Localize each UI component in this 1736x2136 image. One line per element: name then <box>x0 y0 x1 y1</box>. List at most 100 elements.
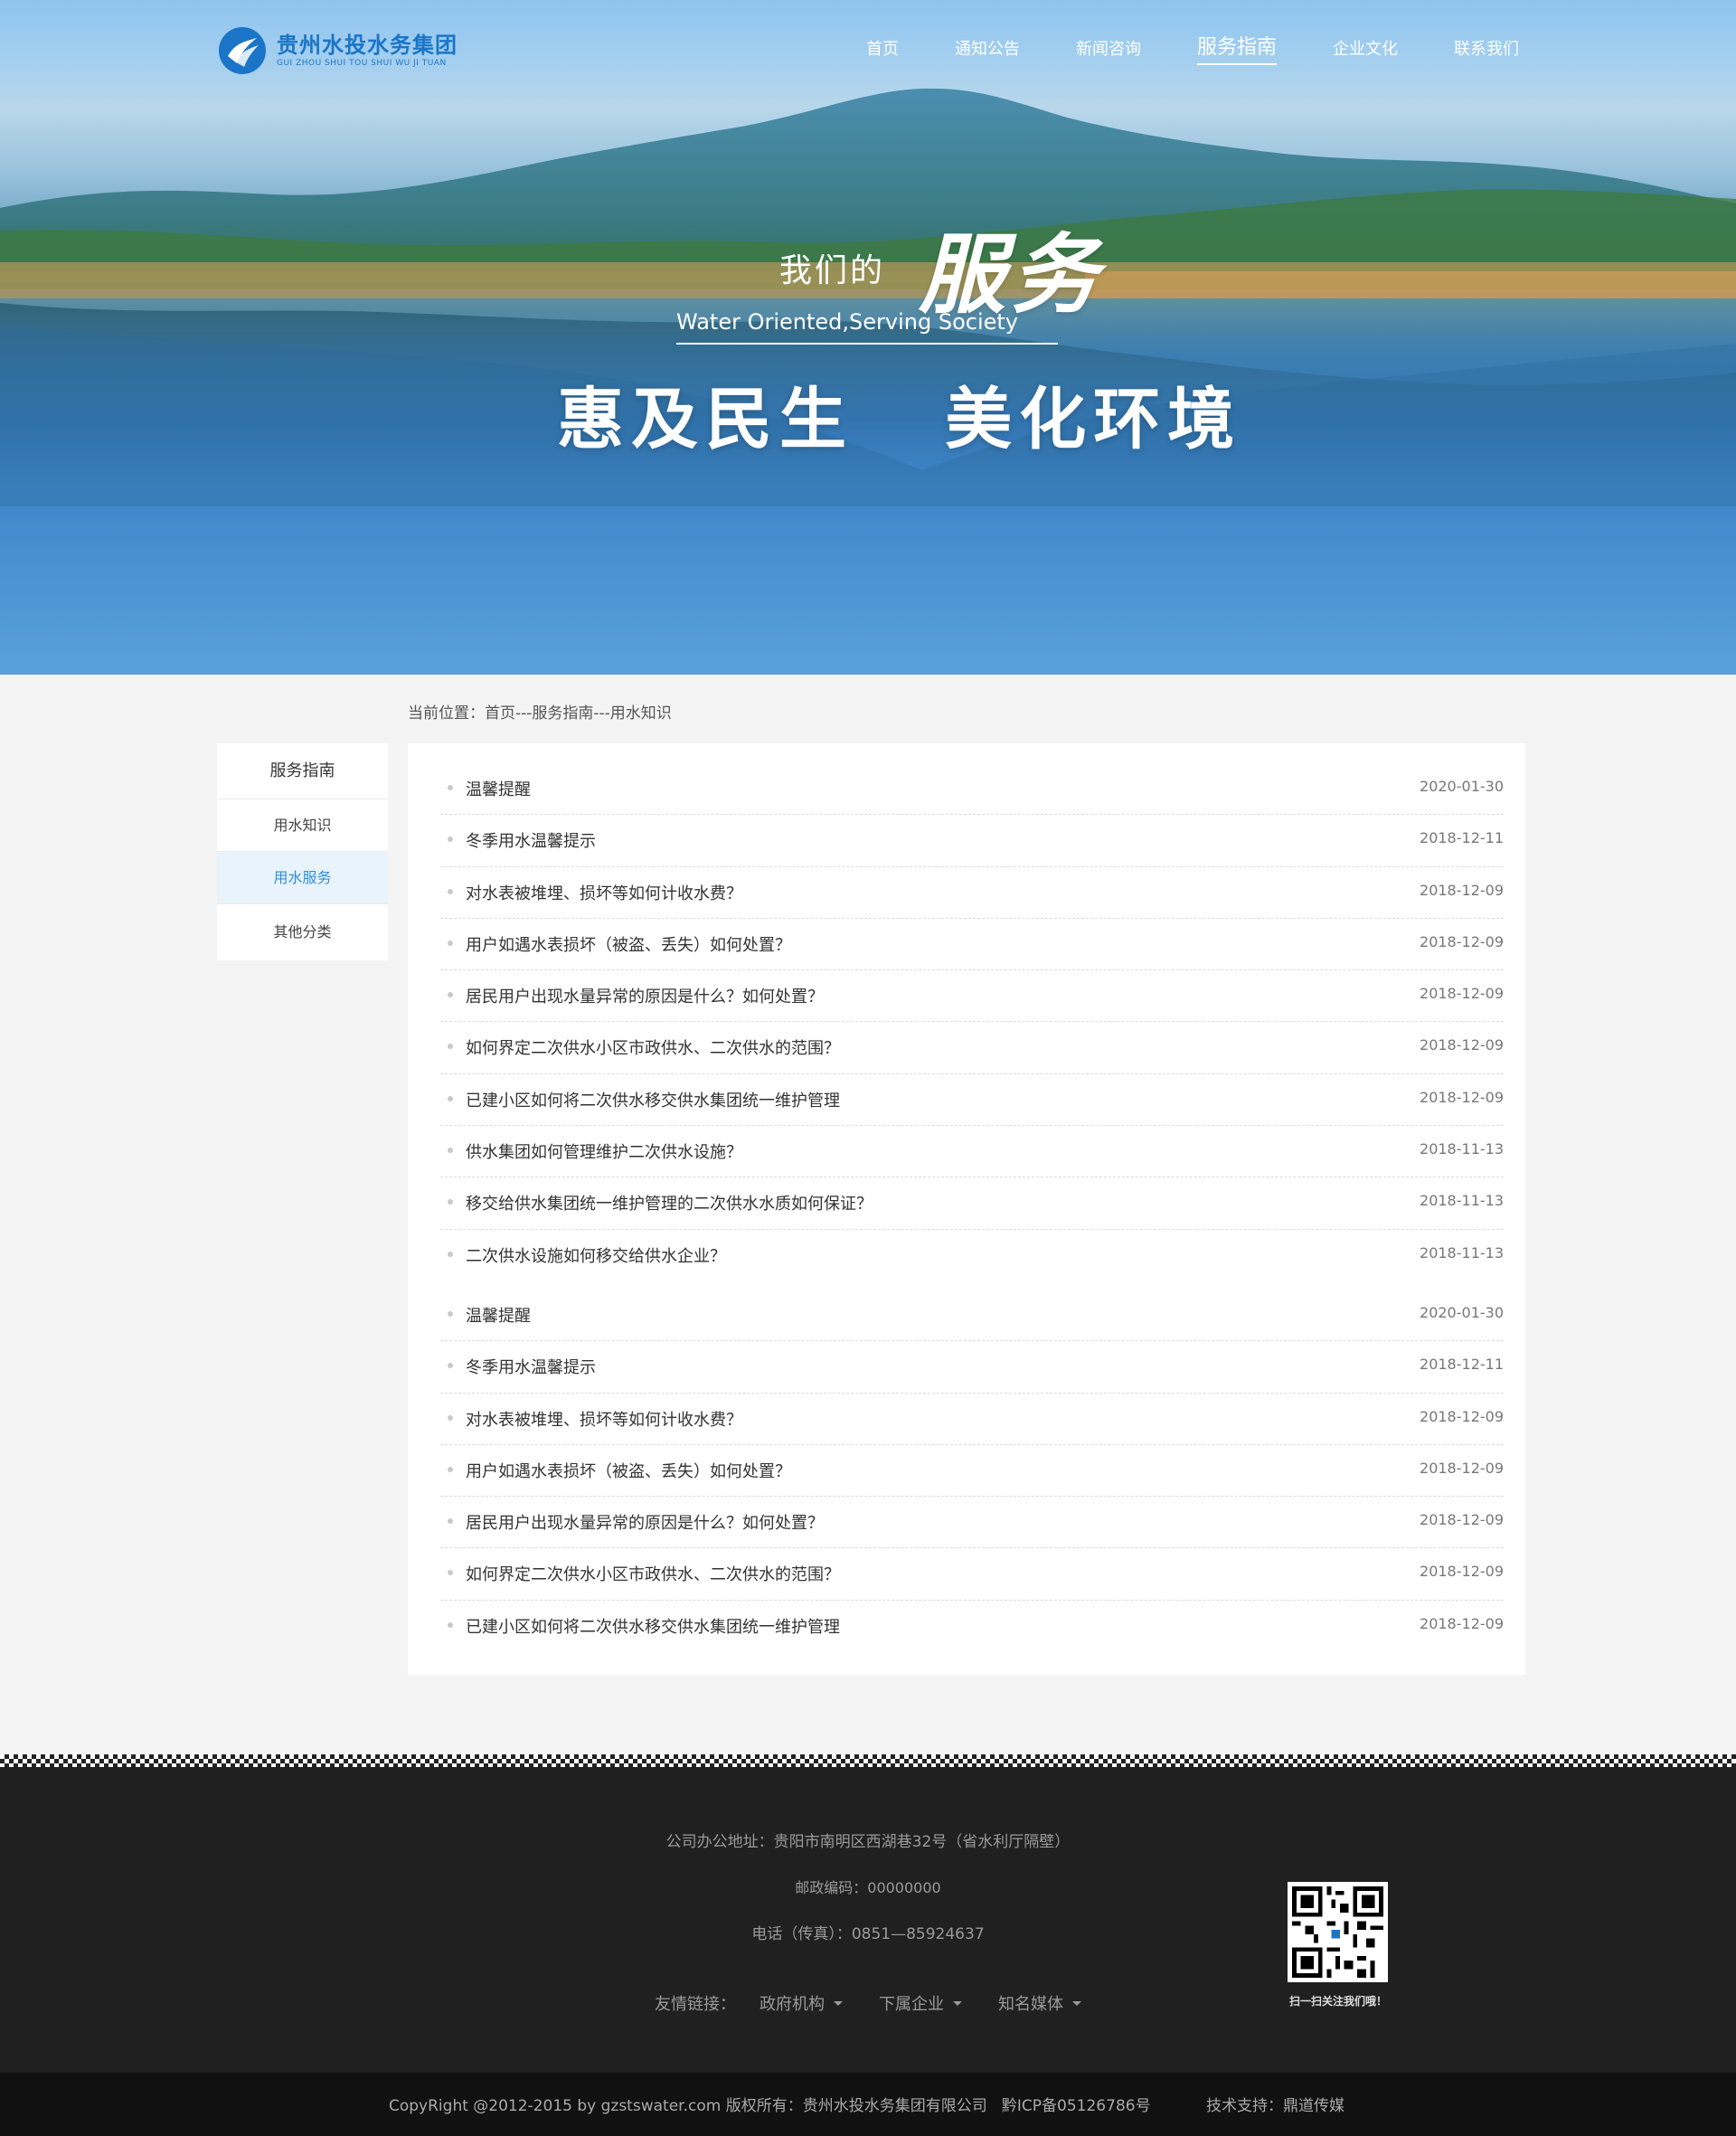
list-item[interactable]: 温馨提醒 2020-01-30 <box>440 1290 1504 1342</box>
bullet-icon <box>448 1414 453 1421</box>
list-item-title[interactable]: 二次供水设施如何移交给供水企业？ <box>466 1243 726 1267</box>
slogan-english: Water Oriented,Serving Society <box>676 309 1018 335</box>
list-item-title[interactable]: 已建小区如何将二次供水移交供水集团统一维护管理 <box>466 1614 840 1638</box>
bullet-icon <box>448 1148 453 1154</box>
list-item-date: 2018-12-09 <box>1420 1407 1504 1425</box>
copyright-bar: CopyRight @2012-2015 by gzstswater.com 版… <box>0 2073 1736 2136</box>
article-list-panel: 温馨提醒 2020-01-30 冬季用水温馨提示 2018-12-11 对水表被堆埋、损… <box>408 743 1525 1675</box>
link-government-label: 政府机构 <box>760 1995 825 2014</box>
bullet-icon <box>448 1518 453 1525</box>
list-item-date: 2018-12-09 <box>1420 985 1504 1003</box>
slogan-ours: 我们的 <box>779 252 886 289</box>
footer-checker-border <box>0 1754 1736 1767</box>
footer-address: 公司办公地址：贵阳市南明区西湖巷32号（省水利厅隔壁） <box>665 1833 1071 1851</box>
list-item-date: 2018-12-11 <box>1420 1356 1504 1374</box>
bullet-icon <box>448 888 453 894</box>
link-media[interactable]: 知名媒体 <box>998 1991 1081 2015</box>
bullet-icon <box>448 940 453 946</box>
list-item-title[interactable]: 如何界定二次供水小区市政供水、二次供水的范围？ <box>466 1035 840 1059</box>
list-item-date: 2018-12-11 <box>1420 829 1504 847</box>
bullet-icon <box>448 1363 453 1369</box>
list-item-date: 2018-11-13 <box>1420 1140 1504 1158</box>
friend-links: 友情链接： 政府机构 下属企业 知名媒体 <box>655 1991 1118 2015</box>
list-item-date: 2020-01-30 <box>1420 1304 1504 1321</box>
list-item-date: 2018-12-09 <box>1420 932 1504 950</box>
list-item[interactable]: 如何界定二次供水小区市政供水、二次供水的范围？ 2018-12-09 <box>440 1022 1504 1074</box>
list-item[interactable]: 已建小区如何将二次供水移交供水集团统一维护管理 2018-12-09 <box>440 1074 1504 1127</box>
list-item-title[interactable]: 用户如遇水表损坏（被盗、丢失）如何处置？ <box>466 1459 791 1482</box>
link-government[interactable]: 政府机构 <box>760 1991 843 2015</box>
copyright-text: CopyRight @2012-2015 by gzstswater.com 版… <box>389 2097 1151 2115</box>
article-list: 温馨提醒 2020-01-30 冬季用水温馨提示 2018-12-11 对水表被堆埋、损… <box>440 1290 1504 1652</box>
slogan-underline <box>676 343 1058 345</box>
list-item-date: 2020-01-30 <box>1420 778 1504 795</box>
list-item[interactable]: 冬季用水温馨提示 2018-12-11 <box>440 815 1504 867</box>
bullet-icon <box>448 1251 453 1257</box>
slogan-main: 惠及民生 美化环境 <box>557 381 1242 458</box>
list-item-date: 2018-12-09 <box>1420 1459 1504 1477</box>
list-item-title[interactable]: 用户如遇水表损坏（被盗、丢失）如何处置？ <box>466 932 791 956</box>
list-item-title[interactable]: 已建小区如何将二次供水移交供水集团统一维护管理 <box>466 1088 840 1111</box>
list-item-title[interactable]: 温馨提醒 <box>466 777 531 800</box>
bullet-icon <box>448 1199 453 1205</box>
list-item[interactable]: 温馨提醒 2020-01-30 <box>440 763 1504 816</box>
hero-banner: 贵州水投水务集团 GUI ZHOU SHUI TOU SHUI WU JI TU… <box>0 0 1736 675</box>
bullet-icon <box>448 1095 453 1101</box>
list-item[interactable]: 供水集团如何管理维护二次供水设施？ 2018-11-13 <box>440 1126 1504 1178</box>
list-item[interactable]: 如何界定二次供水小区市政供水、二次供水的范围？ 2018-12-09 <box>440 1548 1504 1601</box>
list-item[interactable]: 冬季用水温馨提示 2018-12-11 <box>440 1341 1504 1394</box>
qr-code-icon <box>1292 1886 1383 1978</box>
bullet-icon <box>448 1570 453 1576</box>
sidebar-title: 服务指南 <box>217 743 388 799</box>
list-item[interactable]: 已建小区如何将二次供水移交供水集团统一维护管理 2018-12-09 <box>440 1601 1504 1652</box>
list-item[interactable]: 对水表被堆埋、损坏等如何计收水费？ 2018-12-09 <box>440 1394 1504 1445</box>
bullet-icon <box>448 1466 453 1472</box>
list-item-date: 2018-12-09 <box>1420 881 1504 899</box>
bullet-icon <box>448 1044 453 1050</box>
sidebar-item-water-service[interactable]: 用水服务 <box>217 852 388 904</box>
qr-code <box>1288 1882 1388 1982</box>
footer: 公司办公地址：贵阳市南明区西湖巷32号（省水利厅隔壁） 邮政编码：0000000… <box>0 1767 1736 2073</box>
list-item[interactable]: 对水表被堆埋、损坏等如何计收水费？ 2018-12-09 <box>440 867 1504 919</box>
list-item[interactable]: 居民用户出现水量异常的原因是什么？如何处置？ 2018-12-09 <box>440 970 1504 1023</box>
article-list: 温馨提醒 2020-01-30 冬季用水温馨提示 2018-12-11 对水表被堆埋、损… <box>440 763 1504 1281</box>
list-item-title[interactable]: 冬季用水温馨提示 <box>466 1355 596 1378</box>
list-item-date: 2018-12-09 <box>1420 1563 1504 1581</box>
list-item[interactable]: 用户如遇水表损坏（被盗、丢失）如何处置？ 2018-12-09 <box>440 919 1504 971</box>
list-item-title[interactable]: 移交给供水集团统一维护管理的二次供水水质如何保证？ <box>466 1191 873 1214</box>
list-item-title[interactable]: 对水表被堆埋、损坏等如何计收水费？ <box>466 1407 742 1431</box>
chevron-down-icon <box>953 2000 962 2006</box>
list-item[interactable]: 用户如遇水表损坏（被盗、丢失）如何处置？ 2018-12-09 <box>440 1445 1504 1498</box>
chevron-down-icon <box>834 2000 843 2006</box>
list-item-title[interactable]: 居民用户出现水量异常的原因是什么？如何处置？ <box>466 984 824 1007</box>
hero-slogan: 我们的 服务 Water Oriented,Serving Society 惠及… <box>0 0 1736 675</box>
list-item-title[interactable]: 冬季用水温馨提示 <box>466 828 596 852</box>
sidebar-item-water-knowledge[interactable]: 用水知识 <box>217 799 388 852</box>
list-item-title[interactable]: 如何界定二次供水小区市政供水、二次供水的范围？ <box>466 1562 840 1585</box>
list-item-date: 2018-12-09 <box>1420 1036 1504 1054</box>
bullet-icon <box>448 992 453 998</box>
list-item-title[interactable]: 居民用户出现水量异常的原因是什么？如何处置？ <box>466 1510 824 1534</box>
list-item[interactable]: 移交给供水集团统一维护管理的二次供水水质如何保证？ 2018-11-13 <box>440 1177 1504 1230</box>
bullet-icon <box>448 836 453 843</box>
list-item[interactable]: 居民用户出现水量异常的原因是什么？如何处置？ 2018-12-09 <box>440 1497 1504 1549</box>
bullet-icon <box>448 1621 453 1628</box>
list-item-date: 2018-11-13 <box>1420 1192 1504 1210</box>
friend-links-label: 友情链接： <box>655 1995 736 2014</box>
link-subsidiaries-label: 下属企业 <box>879 1995 944 2014</box>
link-subsidiaries[interactable]: 下属企业 <box>879 1991 962 2015</box>
list-item-date: 2018-12-09 <box>1420 1088 1504 1106</box>
list-item[interactable]: 二次供水设施如何移交给供水企业？ 2018-11-13 <box>440 1230 1504 1281</box>
bullet-icon <box>448 785 453 790</box>
list-item-title[interactable]: 对水表被堆埋、损坏等如何计收水费？ <box>466 881 742 904</box>
list-item-date: 2018-12-09 <box>1420 1511 1504 1529</box>
tech-support[interactable]: 技术支持：鼎道传媒 <box>1206 2093 1344 2115</box>
list-item-date: 2018-11-13 <box>1420 1243 1504 1262</box>
sidebar: 服务指南 用水知识 用水服务 其他分类 <box>217 743 388 960</box>
qr-caption: 扫一扫关注我们哦！ <box>1288 1995 1387 2008</box>
chevron-down-icon <box>1072 2000 1081 2006</box>
footer-phone: 电话（传真）：0851—85924637 <box>751 1925 985 1943</box>
list-item-title[interactable]: 供水集团如何管理维护二次供水设施？ <box>466 1139 742 1163</box>
sidebar-item-other[interactable]: 其他分类 <box>217 904 388 960</box>
list-item-title[interactable]: 温馨提醒 <box>466 1303 531 1327</box>
